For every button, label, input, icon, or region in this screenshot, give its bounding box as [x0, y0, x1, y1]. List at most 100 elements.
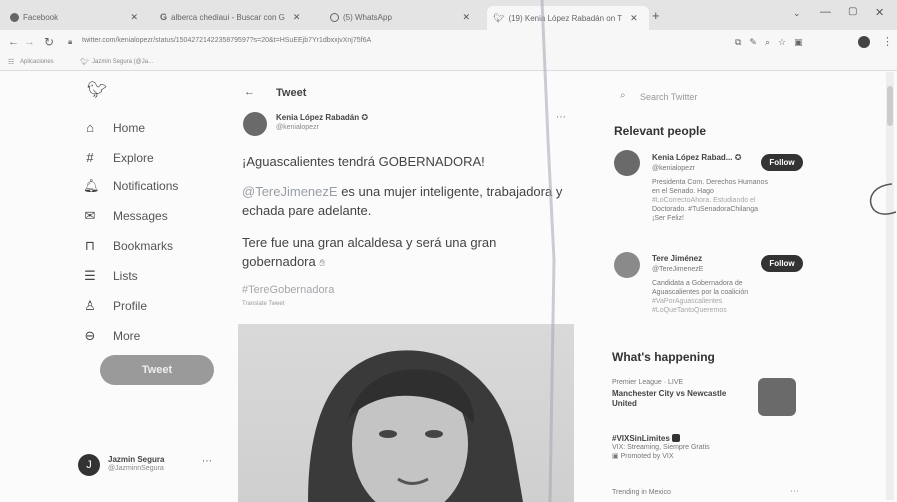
author-name-text: Kenia López Rabadán — [276, 113, 360, 122]
person-name[interactable]: Kenia López Rabad... ✪ — [652, 153, 741, 162]
maximize-icon[interactable]: ▢ — [848, 6, 857, 17]
facebook-icon — [10, 12, 19, 22]
kebab-menu-icon[interactable]: ⋮ — [882, 35, 893, 48]
person-name-text: Kenia López Rabad... — [652, 153, 733, 162]
url-input[interactable]: twitter.com/kenialopezr/status/150427214… — [82, 37, 371, 44]
follow-button[interactable]: Follow — [761, 154, 803, 171]
search-box[interactable]: ⌕ Search Twitter — [614, 88, 884, 108]
author-handle: @kenialopezr — [276, 124, 319, 131]
trend-title: Manchester City vs Newcastle United — [612, 389, 727, 408]
tab-search-icon[interactable]: ⌄ — [793, 8, 801, 19]
sidebar-item-label: Bookmarks — [113, 239, 174, 253]
tab-label: (19) Kenia López Rabadán on T — [508, 13, 623, 23]
sidebar-item-more[interactable]: ⊖ More — [83, 328, 141, 344]
vix-logo-icon — [672, 434, 681, 442]
twitter-bird-icon: 🐦︎ — [80, 59, 89, 66]
tweet-button[interactable]: Tweet — [100, 355, 214, 385]
tweet-text-line2: @TereJimenezE es una mujer inteligente, … — [242, 184, 562, 199]
sidebar-item-bookmarks[interactable]: ⊓ Bookmarks — [83, 238, 173, 254]
close-icon[interactable]: ✕ — [462, 12, 470, 23]
bookmark-jazmin[interactable]: Jazmin Segura (@Ja... — [92, 59, 153, 65]
lock-icon: 🔒︎ — [68, 37, 73, 46]
person-icon: ♙ — [84, 298, 96, 313]
tweet-more-icon[interactable]: ⋯ — [556, 112, 566, 123]
forward-icon[interactable]: → — [24, 36, 35, 48]
bio-line: en el Senado. Hago — [652, 188, 714, 195]
close-icon[interactable]: ✕ — [293, 12, 301, 23]
sidebar-item-explore[interactable]: # Explore — [83, 150, 154, 165]
tab-label: alberca chediaui - Buscar con G — [171, 12, 285, 22]
sidebar-item-notifications[interactable]: 🔔︎ Notifications — [83, 178, 178, 194]
author-avatar[interactable] — [243, 112, 267, 136]
sidebar-item-label: Notifications — [113, 179, 179, 193]
extension-icons[interactable]: ⧉✎⌕☆▣ — [735, 37, 811, 48]
promoted-icon: ▣ — [612, 453, 619, 460]
tweet-photo[interactable] — [238, 324, 574, 502]
sidebar-item-label: Profile — [113, 299, 148, 313]
follow-button[interactable]: Follow — [761, 255, 803, 272]
account-switcher[interactable]: J Jazmin Segura @JazminnSegura ⋯ — [78, 450, 218, 480]
tab-whatsapp[interactable]: (5) WhatsApp ✕ — [330, 6, 470, 28]
sidebar-item-label: More — [113, 329, 141, 343]
new-tab-icon[interactable]: + — [652, 8, 660, 23]
sidebar-item-profile[interactable]: ♙ Profile — [83, 298, 147, 314]
scrollbar[interactable] — [886, 72, 894, 500]
tab-google[interactable]: G alberca chediaui - Buscar con G ✕ — [160, 6, 325, 28]
reload-icon[interactable]: ↻ — [44, 35, 54, 49]
bio-line: Presidenta Com. Derechos Humanos — [652, 179, 768, 186]
bookmark-icon: ⊓ — [84, 238, 96, 253]
avatar: J — [78, 454, 100, 476]
bell-icon: 🔔︎ — [83, 178, 100, 193]
tweet-text-fragment: es una mujer inteligente, trabajadora y — [337, 184, 563, 199]
clap-emoji-icon: ✋︎ — [319, 258, 326, 269]
back-icon[interactable]: ← — [8, 36, 19, 48]
person-handle: @TereJimenezE — [652, 266, 704, 273]
translate-tweet-link[interactable]: Translate Tweet — [242, 301, 284, 307]
account-name: Jazmin Segura — [108, 455, 165, 464]
close-icon[interactable]: ✕ — [630, 13, 638, 24]
mention-link[interactable]: @TereJimenezE — [242, 184, 338, 199]
author-name[interactable]: Kenia López Rabadán ✪ — [276, 113, 368, 122]
google-icon: G — [160, 12, 168, 22]
list-icon: ☰ — [84, 268, 96, 283]
avatar[interactable] — [614, 252, 640, 278]
person-name[interactable]: Tere Jiménez — [652, 254, 702, 263]
sidebar-item-home[interactable]: ⌂ Home — [83, 120, 145, 135]
hashtag-link[interactable]: #TereGobernadora — [242, 284, 334, 296]
verified-icon: ✪ — [361, 113, 369, 122]
search-input[interactable]: Search Twitter — [640, 92, 697, 102]
sidebar-item-messages[interactable]: ✉ Messages — [83, 208, 168, 224]
bio-line: #VaPorAguascalientes — [652, 298, 723, 305]
tab-twitter-active[interactable]: 🐦︎ (19) Kenia López Rabadán on T ✕ — [487, 6, 649, 30]
close-window-icon[interactable]: ✕ — [875, 6, 884, 19]
sidebar-item-label: Home — [113, 120, 146, 135]
bookmark-apps[interactable]: Aplicaciones — [20, 59, 54, 65]
search-icon: ⌕ — [620, 90, 626, 101]
browser-tab-bar: Facebook ✕ G alberca chediaui - Buscar c… — [0, 0, 897, 30]
pen-curve-artifact — [869, 183, 897, 215]
avatar[interactable] — [614, 150, 640, 176]
more-icon: ⊖ — [84, 328, 96, 343]
more-dots-icon[interactable]: ⋯ — [202, 456, 212, 467]
tab-facebook[interactable]: Facebook ✕ — [10, 6, 138, 28]
twitter-logo-icon[interactable]: 🐦︎ — [87, 80, 107, 100]
more-dots-icon[interactable]: ⋯ — [790, 486, 799, 497]
promoted-text: Promoted by VIX — [620, 453, 674, 460]
relevant-people-title: Relevant people — [614, 124, 707, 138]
sidebar-item-label: Explore — [113, 150, 154, 165]
tweet-text-line5: gobernadora ✋︎ — [242, 254, 325, 269]
tab-label: (5) WhatsApp — [343, 12, 392, 22]
bio-line: #LoQueTantoQueremos — [652, 307, 727, 314]
whatsapp-icon — [330, 12, 339, 22]
twitter-bird-icon: 🐦︎ — [493, 12, 505, 23]
back-arrow-icon[interactable]: ← — [244, 86, 255, 98]
minimize-icon[interactable]: — — [820, 6, 831, 18]
apps-grid-icon: ☷ — [8, 59, 15, 66]
trend-thumbnail[interactable] — [758, 378, 796, 416]
promoted-label: ▣ Promoted by VIX — [612, 452, 802, 461]
close-icon[interactable]: ✕ — [130, 12, 138, 23]
scrollbar-thumb[interactable] — [887, 86, 893, 126]
sidebar-item-lists[interactable]: ☰ Lists — [83, 268, 138, 284]
profile-avatar-icon[interactable] — [858, 36, 870, 48]
trend-item-promoted[interactable]: #VIXSinLimites VIX: Streaming, Siempre G… — [612, 434, 802, 474]
